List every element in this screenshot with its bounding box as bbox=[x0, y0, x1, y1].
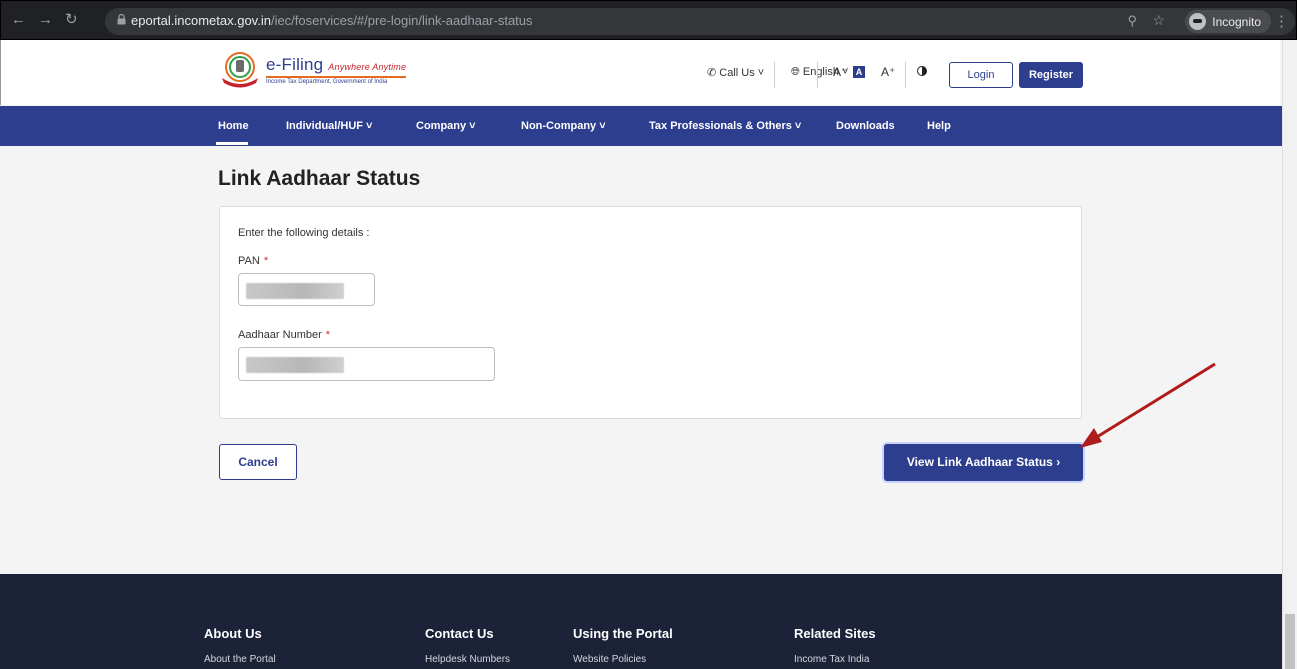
nav-individual-huf[interactable]: Individual/HUF ˅ bbox=[286, 120, 372, 132]
scrollbar-thumb[interactable] bbox=[1285, 614, 1295, 669]
footer-heading-contact: Contact Us bbox=[425, 626, 494, 641]
font-decrease-button[interactable]: A⁻ bbox=[833, 65, 847, 79]
view-link-aadhaar-status-button[interactable]: View Link Aadhaar Status › bbox=[884, 444, 1083, 481]
nav-active-indicator bbox=[216, 142, 248, 145]
call-us-dropdown[interactable]: ✆ Call Us ˅ bbox=[707, 66, 764, 79]
aadhaar-input[interactable] bbox=[238, 347, 495, 381]
site-header: e-Filing Anywhere Anytime Income Tax Dep… bbox=[0, 40, 1280, 105]
nav-tax-professionals[interactable]: Tax Professionals & Others ˅ bbox=[649, 120, 801, 132]
efiling-logo[interactable]: e-Filing Anywhere Anytime Income Tax Dep… bbox=[219, 52, 407, 88]
cancel-button[interactable]: Cancel bbox=[219, 444, 297, 480]
back-icon[interactable]: ← bbox=[11, 11, 26, 29]
footer-link-about-portal[interactable]: About the Portal bbox=[204, 654, 276, 665]
nav-non-company[interactable]: Non-Company ˅ bbox=[521, 120, 606, 132]
logo-tagline: Anywhere Anytime bbox=[328, 62, 407, 72]
site-footer: About Us About the Portal Contact Us Hel… bbox=[0, 574, 1282, 669]
nav-help[interactable]: Help bbox=[927, 120, 951, 132]
register-button[interactable]: Register bbox=[1019, 62, 1083, 88]
browser-toolbar: ← → ↻ eportal.incometax.gov.in/iec/foser… bbox=[0, 0, 1297, 40]
annotation-arrow-icon bbox=[1080, 362, 1216, 448]
address-bar[interactable]: eportal.incometax.gov.in/iec/foservices/… bbox=[105, 8, 1295, 35]
form-intro: Enter the following details : bbox=[238, 227, 370, 239]
footer-heading-using-portal: Using the Portal bbox=[573, 626, 673, 641]
page-scrollbar[interactable] bbox=[1282, 40, 1297, 669]
nav-company[interactable]: Company ˅ bbox=[416, 120, 476, 132]
logo-subtitle: Income Tax Department, Government of Ind… bbox=[266, 76, 407, 85]
main-nav: Home Individual/HUF ˅ Company ˅ Non-Comp… bbox=[0, 106, 1282, 146]
footer-heading-about: About Us bbox=[204, 626, 262, 641]
redacted-value bbox=[246, 357, 344, 373]
nav-downloads[interactable]: Downloads bbox=[836, 120, 895, 132]
footer-link-helpdesk[interactable]: Helpdesk Numbers bbox=[425, 654, 510, 665]
redacted-value bbox=[246, 283, 344, 299]
divider bbox=[817, 62, 818, 88]
aadhaar-label: Aadhaar Number * bbox=[238, 329, 331, 341]
divider bbox=[905, 62, 906, 88]
bookmark-star-icon[interactable]: ☆ bbox=[1152, 12, 1165, 29]
lock-icon bbox=[117, 14, 126, 25]
forward-icon[interactable]: → bbox=[38, 11, 53, 29]
reload-icon[interactable]: ↻ bbox=[65, 11, 78, 29]
menu-kebab-icon[interactable]: ⋮ bbox=[1274, 12, 1289, 30]
national-emblem-icon bbox=[222, 52, 258, 88]
zoom-icon[interactable]: ⚲ bbox=[1127, 13, 1137, 29]
font-increase-button[interactable]: A⁺ bbox=[881, 65, 895, 79]
logo-name: e-Filing bbox=[266, 55, 324, 74]
page-title: Link Aadhaar Status bbox=[218, 167, 421, 190]
pan-label: PAN * bbox=[238, 255, 269, 267]
footer-heading-related-sites: Related Sites bbox=[794, 626, 876, 641]
login-button[interactable]: Login bbox=[949, 62, 1013, 88]
details-form-card: Enter the following details : PAN * Aadha… bbox=[219, 206, 1082, 419]
nav-home[interactable]: Home bbox=[218, 120, 249, 132]
incognito-badge[interactable]: Incognito bbox=[1185, 10, 1271, 33]
pan-input[interactable] bbox=[238, 273, 375, 306]
divider bbox=[774, 62, 775, 88]
footer-link-income-tax-india[interactable]: Income Tax India bbox=[794, 654, 869, 665]
font-normal-button[interactable]: A bbox=[853, 66, 865, 78]
footer-link-website-policies[interactable]: Website Policies bbox=[573, 654, 646, 665]
contrast-icon[interactable] bbox=[917, 66, 927, 76]
url-text: eportal.incometax.gov.in/iec/foservices/… bbox=[131, 13, 533, 28]
incognito-icon bbox=[1189, 13, 1207, 30]
